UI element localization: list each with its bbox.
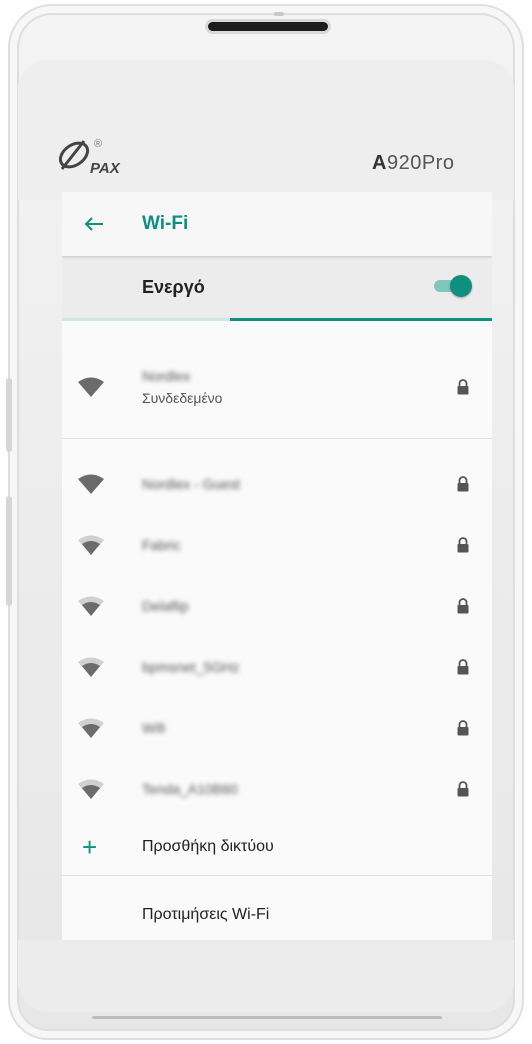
network-row[interactable]: Delaflip — [62, 575, 492, 636]
front-camera — [274, 12, 284, 16]
bottom-edge-line — [92, 1016, 442, 1019]
toggle-thumb — [450, 275, 472, 297]
arrow-left-icon — [84, 217, 103, 231]
wifi-signal-full-icon — [78, 377, 104, 397]
wifi-signal-full-icon — [78, 474, 104, 494]
scan-progress-fill — [229, 318, 492, 321]
side-button-lower[interactable] — [6, 496, 12, 606]
wifi-signal-medium-icon — [78, 657, 104, 677]
wifi-master-label: Ενεργό — [142, 276, 205, 297]
back-button[interactable] — [68, 192, 120, 256]
section-divider — [62, 438, 492, 439]
brand-wordmark: PAX — [90, 160, 121, 177]
network-ssid: Delaflip — [142, 597, 189, 614]
scan-progress-bar — [62, 318, 492, 321]
lock-icon — [457, 719, 469, 735]
page-title: Wi-Fi — [142, 213, 189, 234]
network-row[interactable]: Fabric — [62, 514, 492, 575]
wifi-master-switch-row[interactable]: Ενεργό — [62, 256, 492, 318]
model-name: A920Pro — [372, 152, 455, 174]
network-row[interactable]: bpmsnet_5GHz — [62, 636, 492, 697]
side-button-upper[interactable] — [6, 378, 12, 452]
network-status: Συνδεδεμένο — [142, 390, 223, 406]
network-row[interactable]: Tenda_A10B60 — [62, 758, 492, 819]
wifi-signal-medium-icon — [78, 779, 104, 799]
app-bar: Wi-Fi — [62, 192, 492, 256]
network-ssid: Tenda_A10B60 — [142, 780, 238, 797]
lock-icon — [457, 536, 469, 552]
registered-mark: ® — [94, 138, 102, 150]
wifi-signal-medium-icon — [78, 596, 104, 616]
available-networks-list: Nordlex - Guest Fabric Delaflip bpmsnet_5GH… — [62, 453, 492, 819]
lock-icon — [457, 658, 469, 674]
pax-logo: PAX ® — [58, 138, 121, 177]
network-row[interactable]: Nordlex - Guest — [62, 453, 492, 514]
network-ssid: Fabric — [142, 536, 181, 553]
wifi-preferences-label: Προτιμήσεις Wi-Fi — [142, 906, 270, 923]
network-ssid: Wifi — [142, 719, 166, 736]
wifi-signal-medium-icon — [78, 718, 104, 738]
wifi-preferences-row[interactable]: Προτιμήσεις Wi-Fi — [62, 876, 492, 932]
connected-network-row[interactable]: Nordlex Συνδεδεμένο — [62, 350, 492, 424]
network-row[interactable]: Wifi — [62, 697, 492, 758]
lock-icon — [457, 780, 469, 796]
bottom-bezel — [18, 940, 514, 1012]
earpiece-speaker — [208, 22, 328, 31]
plus-icon: + — [82, 832, 98, 862]
wifi-signal-medium-icon — [78, 535, 104, 555]
top-bezel — [18, 60, 514, 200]
network-ssid: Nordlex - Guest — [142, 475, 241, 492]
lock-icon — [457, 379, 469, 395]
lock-icon — [457, 597, 469, 613]
network-ssid: bpmsnet_5GHz — [142, 658, 240, 675]
add-network-row[interactable]: + Προσθήκη δικτύου — [62, 819, 492, 875]
wifi-toggle[interactable] — [432, 275, 472, 297]
lock-icon — [457, 475, 469, 491]
add-network-label: Προσθήκη δικτύου — [142, 838, 274, 855]
wifi-settings-screen: Wi-Fi Ενεργό Nordlex Συνδεδεμένο Nordlex… — [62, 192, 492, 940]
network-ssid: Nordlex — [142, 368, 191, 384]
